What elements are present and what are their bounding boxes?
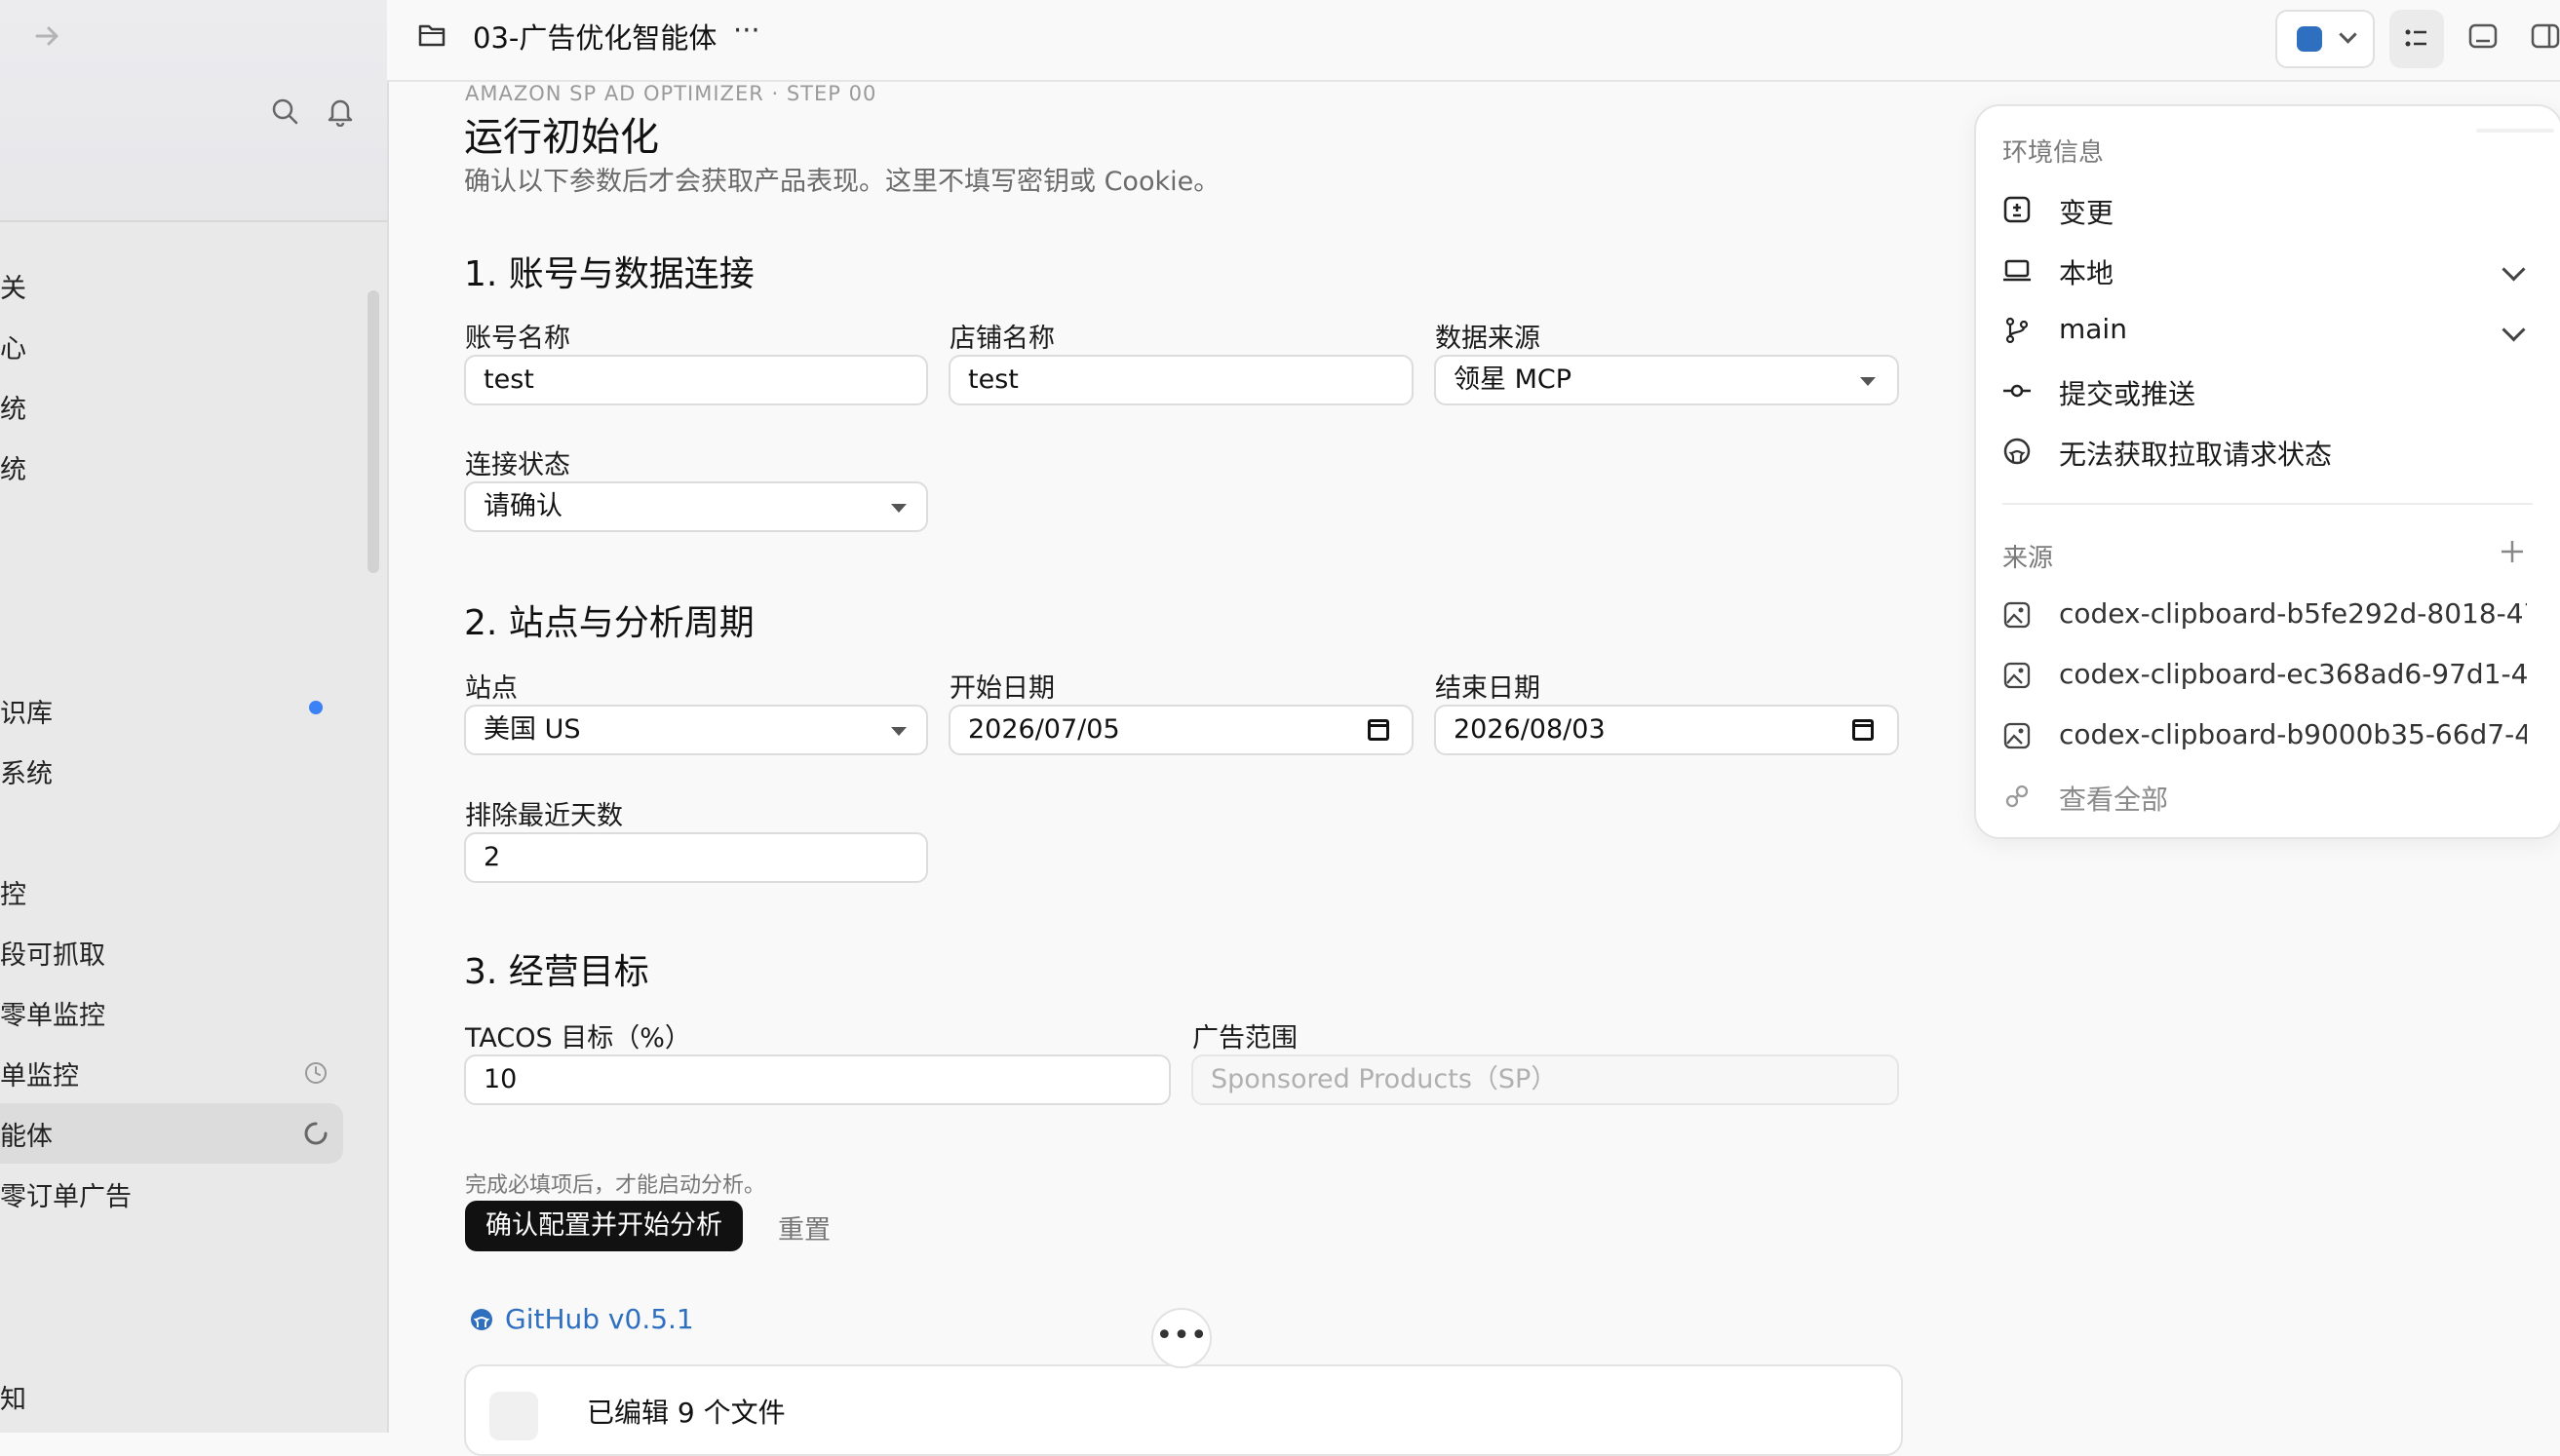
pr-status-item: 无法获取拉取请求状态 [2059,439,2333,471]
bell-icon[interactable] [326,96,355,127]
section-title-account: 1. 账号与数据连接 [464,254,755,294]
clock-icon [305,1062,327,1084]
image-file-icon [2003,722,2031,749]
local-item[interactable]: 本地 [2059,252,2114,291]
panel-divider [2002,503,2533,505]
end-date-input[interactable]: 2026/08/03 [1434,705,1899,755]
source-select[interactable]: 领星 MCP [1434,355,1899,405]
list-icon [2405,29,2426,47]
finder-icon [2297,26,2322,52]
account-input[interactable]: test [464,355,928,405]
changes-icon [2003,196,2031,223]
start-date-input[interactable]: 2026/07/05 [949,705,1414,755]
ad-scope-input: Sponsored Products（SP） [1191,1054,1899,1105]
add-source-icon[interactable] [2499,538,2526,565]
source-item[interactable]: codex-clipboard-b9000b35-66d7-4 [2059,718,2527,750]
exclude-days-input[interactable]: 2 [464,832,928,883]
calendar-icon[interactable] [1368,719,1389,741]
status-label: 连接状态 [465,450,570,480]
changes-item[interactable]: 变更 [2059,192,2114,231]
sources-section-title: 来源 [2002,544,2054,573]
folder-icon [418,24,446,47]
sidebar-scrollbar[interactable] [368,290,379,573]
site-select[interactable]: 美国 US [464,705,928,755]
confirm-start-button[interactable]: 确认配置并开始分析 [465,1201,743,1251]
chevron-down-icon [2339,25,2357,44]
sidebar-panel-icon[interactable] [2531,23,2560,49]
required-hint: 完成必填项后，才能启动分析。 [465,1173,766,1198]
heading: 运行初始化 [464,115,659,160]
source-item[interactable]: codex-clipboard-ec368ad6-97d1-4f [2059,658,2527,690]
source-item[interactable]: codex-clipboard-b5fe292d-8018-47 [2059,597,2527,630]
section-title-site: 2. 站点与分析周期 [464,603,755,643]
start-date-label: 开始日期 [950,673,1055,704]
more-actions-button[interactable]: ••• [1151,1308,1212,1368]
github-icon [471,1309,492,1330]
forward-arrow-icon[interactable] [33,21,62,51]
account-label: 账号名称 [465,324,570,354]
sidebar: 关 心 统 统 识库 系统 控 段可抓取 零单监控 单监控 能体 零订单广告 知 [0,0,389,1433]
exclude-days-label: 排除最近天数 [465,801,623,831]
loading-spinner-icon [304,1122,328,1145]
branch-icon [2005,317,2029,344]
tacos-input[interactable]: 10 [464,1054,1171,1105]
github-link[interactable]: GitHub v0.5.1 [505,1303,694,1335]
overline: AMAZON SP AD OPTIMIZER · STEP 00 [465,82,877,105]
view-all-link[interactable]: 查看全部 [2059,779,2168,818]
status-select-value: 请确认 [484,491,562,521]
commit-push-item[interactable]: 提交或推送 [2059,373,2195,412]
terminal-panel-icon[interactable] [2468,23,2498,49]
end-date-value: 2026/08/03 [1454,714,1606,745]
more-menu-button[interactable]: ··· [733,14,760,47]
source-label: 数据来源 [1435,324,1540,354]
env-section-title: 环境信息 [2002,138,2105,168]
unread-dot [309,701,323,714]
toggle-panel-button[interactable] [2389,10,2444,68]
site-caret-icon [891,727,907,736]
subtitle: 确认以下参数后才会获取产品表现。这里不填写密钥或 Cookie。 [464,167,1221,197]
search-icon[interactable] [270,96,299,126]
image-file-icon [2003,601,2031,629]
site-select-value: 美国 US [484,714,581,745]
source-caret-icon [1860,377,1876,386]
status-select[interactable]: 请确认 [464,481,928,532]
section-title-goals: 3. 经营目标 [464,952,649,992]
page-title: 03-广告优化智能体 [473,21,718,55]
file-icon [489,1392,538,1440]
link-icon [2005,785,2029,808]
start-date-value: 2026/07/05 [968,714,1120,745]
status-caret-icon [891,504,907,513]
edited-files-card[interactable]: 已编辑 9 个文件 [464,1364,1903,1456]
edited-files-title: 已编辑 9 个文件 [587,1397,786,1429]
source-select-value: 领星 MCP [1454,364,1572,395]
commit-icon [2003,384,2031,398]
tacos-label: TACOS 目标（%） [465,1023,691,1054]
reset-button[interactable]: 重置 [778,1208,831,1246]
calendar-icon[interactable] [1852,719,1874,741]
panel-grabber [2476,129,2554,133]
site-label: 站点 [465,673,518,704]
ad-scope-label: 广告范围 [1192,1023,1298,1054]
laptop-icon [2003,259,2031,282]
app-switcher-button[interactable] [2275,10,2375,68]
image-file-icon [2003,662,2031,689]
store-label: 店铺名称 [950,324,1055,354]
store-input[interactable]: test [949,355,1414,405]
end-date-label: 结束日期 [1435,673,1540,704]
branch-item[interactable]: main [2059,313,2127,345]
github-icon [2003,438,2031,465]
